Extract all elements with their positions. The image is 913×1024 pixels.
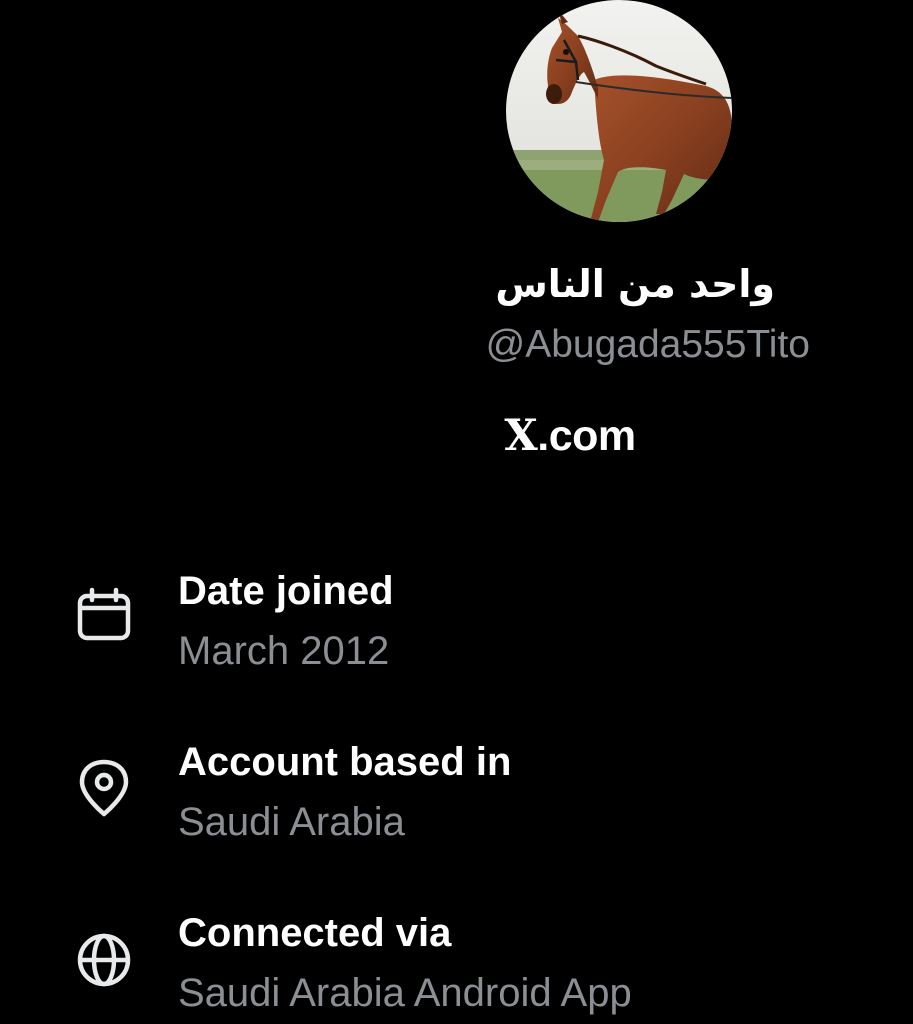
horse-photo <box>506 0 732 222</box>
site-domain: .com <box>537 412 636 460</box>
date-joined-value: March 2012 <box>178 629 390 673</box>
location-pin-icon <box>74 758 134 818</box>
calendar-icon <box>74 584 134 644</box>
display-name: واحد من الناس <box>495 262 775 306</box>
site-label: X.com <box>420 408 720 464</box>
profile-avatar[interactable] <box>506 0 732 222</box>
connected-via-label: Connected via <box>178 911 452 955</box>
globe-icon <box>74 930 134 990</box>
x-logo: X <box>504 411 538 461</box>
account-based-in-value: Saudi Arabia <box>178 800 405 844</box>
connected-via-value: Saudi Arabia Android App <box>178 971 632 1015</box>
account-based-in-label: Account based in <box>178 740 512 784</box>
username-handle[interactable]: @Abugada555Tito <box>410 320 810 370</box>
date-joined-label: Date joined <box>178 569 394 613</box>
